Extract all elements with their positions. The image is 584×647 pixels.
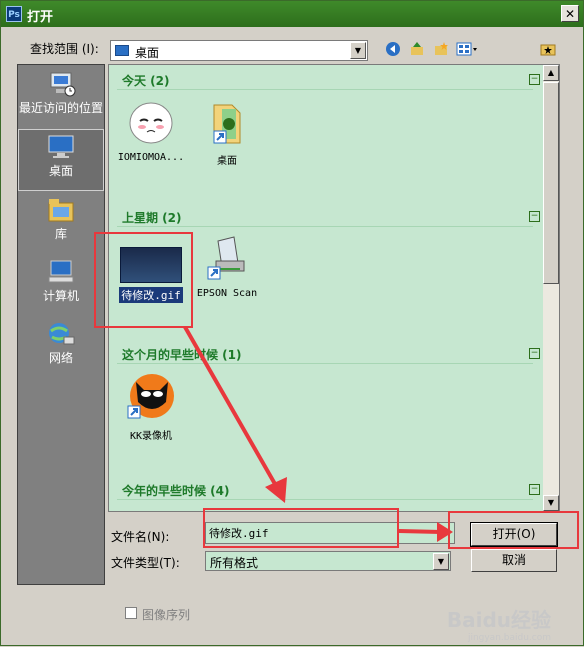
- baidu-watermark-url: jingyan.baidu.com: [467, 633, 551, 643]
- baidu-watermark: Baidu经验: [446, 608, 551, 632]
- annotation-arrows: [183, 326, 453, 542]
- open-dialog: Ps 打开 ✕ 查找范围 (I): 桌面 ▼ 最近访问的位置 桌面 库 计算机 …: [0, 0, 584, 646]
